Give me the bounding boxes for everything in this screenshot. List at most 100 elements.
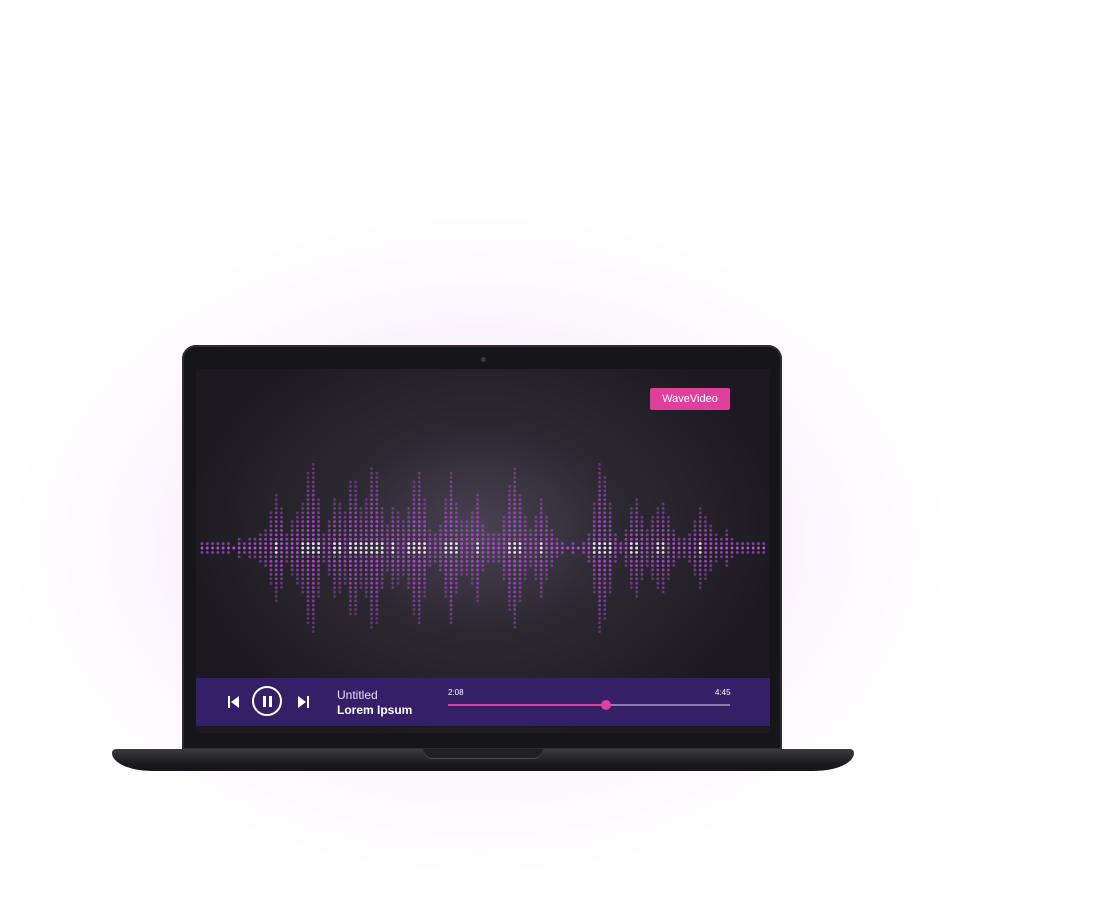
wave-dot [439,568,442,572]
wave-dot [306,476,310,480]
skip-next-icon[interactable] [297,695,309,709]
wave-dot [338,550,342,554]
wave-dot [333,528,336,532]
wave-dot [269,528,273,532]
wave-dot [449,533,453,537]
brand-badge[interactable]: WaveVideo [650,388,730,410]
wave-dot [651,550,654,554]
wave-dot [386,550,389,554]
wave-dot [359,506,363,510]
wave-dot [507,537,511,541]
wave-dot [370,502,374,506]
wave-dot [693,542,697,546]
wave-dot [343,546,347,550]
wave-dot [709,546,713,550]
wave-dot [608,546,612,550]
wave-dot [295,546,299,550]
wave-dot [317,542,321,546]
wave-dot [507,586,511,590]
wave-dot [311,555,315,559]
wave-dot [502,568,506,572]
wave-dot [301,542,305,546]
wave-dot [439,524,442,528]
video-screen[interactable]: WaveVideo Untitled Lorem Ipsum 2:08 4:45 [196,369,770,733]
wave-dot [248,537,252,541]
wave-dot [714,555,718,559]
wave-dot [439,542,442,546]
progress-thumb[interactable] [600,700,611,710]
wave-dot [693,546,697,550]
wave-dot [470,533,474,537]
wave-dot [497,542,501,546]
wave-dot [359,528,363,532]
wave-dot [269,520,273,524]
wave-dot [290,542,294,546]
wave-dot [619,542,623,546]
wave-dot [301,577,305,581]
wave-dot [359,572,363,576]
wave-dot [698,533,702,537]
wave-dot [762,542,766,546]
wave-dot [598,559,601,563]
wave-dot [338,559,342,563]
wave-dot [280,506,283,510]
wave-dot [698,524,702,528]
wave-dot [704,524,707,528]
wave-dot [370,550,374,554]
wave-dot [423,577,427,581]
wave-dot [709,564,713,568]
wave-dot [481,568,485,572]
wave-dot [640,550,644,554]
wave-dot [407,546,411,550]
wave-dot [470,577,474,581]
wave-dot [237,542,241,546]
wave-dot [598,550,601,554]
wave-dot [364,581,368,585]
wave-dot [661,506,665,510]
wave-dot [656,572,660,576]
wave-dot [348,590,352,594]
wave-dot [598,630,601,634]
wave-dot [613,559,617,563]
wave-dot [417,612,421,616]
wave-dot [248,555,252,559]
wave-dot [327,533,331,537]
wave-dot [454,577,458,581]
wave-dot [603,581,607,585]
wave-dot [216,546,220,550]
wave-dot [661,555,665,559]
wave-dot [295,520,299,524]
pause-icon[interactable] [252,686,282,716]
wave-dot [666,555,670,559]
wave-dot [333,546,336,550]
wave-dot [417,471,421,475]
wave-dot [651,546,654,550]
progress-slider[interactable] [448,700,730,710]
wave-dot [370,542,374,546]
wave-dot [401,568,405,572]
wave-dot [380,546,384,550]
wave-dot [603,612,607,616]
wave-dot [486,555,490,559]
wave-dot [301,572,305,576]
wave-dot [290,546,294,550]
wave-dot [672,542,676,546]
wave-dot [666,559,670,563]
wave-dot [417,502,421,506]
wave-dot [523,528,527,532]
wave-dot [370,581,374,585]
wave-dot [311,630,315,634]
wave-dot [407,528,411,532]
wave-dot [513,520,517,524]
wave-dot [693,533,697,537]
wave-dot [311,476,315,480]
wave-dot [518,594,522,598]
wave-dot [306,524,310,528]
wave-dot [513,568,517,572]
wave-dot [269,511,273,515]
wave-dot [348,537,352,541]
wave-dot [317,581,321,585]
wave-dot [513,542,517,546]
skip-previous-icon[interactable] [228,695,240,709]
wave-dot [523,524,527,528]
